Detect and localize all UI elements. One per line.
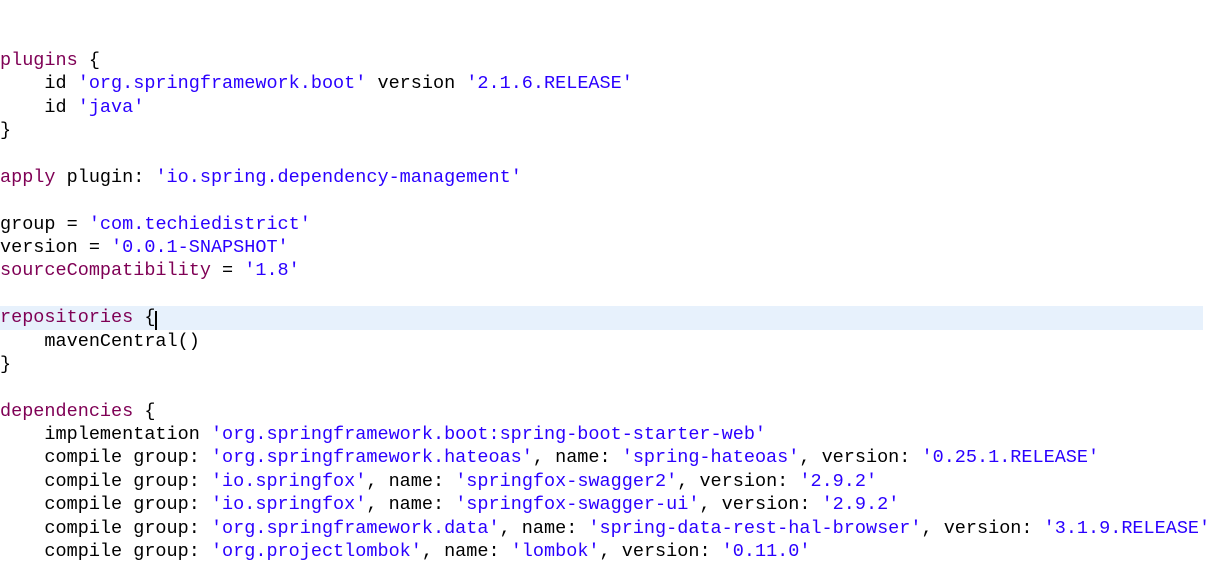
text-caret xyxy=(155,311,158,331)
code-line[interactable]: mavenCentral() xyxy=(0,330,1217,353)
string-token: 'lombok' xyxy=(510,541,600,563)
plain-token: } xyxy=(0,353,12,375)
string-token: 'io.springfox' xyxy=(210,470,367,492)
code-line[interactable] xyxy=(0,189,1217,212)
code-line[interactable] xyxy=(0,376,1217,399)
plain-token: compile group: xyxy=(0,517,211,539)
string-token: 'org.springframework.hateoas' xyxy=(210,447,533,469)
plain-token: , version: xyxy=(921,517,1044,539)
string-token: 'spring-hateoas' xyxy=(621,447,800,469)
string-token: 'org.springframework.boot' xyxy=(77,73,367,95)
plain-token: { xyxy=(133,400,156,422)
string-token: 'org.springframework.boot:spring-boot-st… xyxy=(210,424,767,446)
string-token: '0.0.1-SNAPSHOT' xyxy=(111,236,289,258)
keyword-token: dependencies xyxy=(0,400,134,422)
plain-token: , name: xyxy=(499,517,589,539)
code-line[interactable]: } xyxy=(0,353,1217,376)
string-token: 'springfox-swagger2' xyxy=(455,470,678,492)
string-token: 'org.projectlombok' xyxy=(210,541,422,563)
keyword-token: repositories xyxy=(0,307,134,329)
code-area: plugins { id 'org.springframework.boot' … xyxy=(0,49,1217,564)
plain-token: compile group: xyxy=(0,470,211,492)
code-line[interactable]: compile group: 'io.springfox', name: 'sp… xyxy=(0,493,1217,516)
string-token: '2.9.2' xyxy=(821,494,900,516)
plain-token: } xyxy=(0,119,12,141)
plain-token: compile group: xyxy=(0,447,211,469)
string-token: '2.1.6.RELEASE' xyxy=(466,73,633,95)
code-line[interactable]: dependencies { xyxy=(0,400,1217,423)
string-token: 'org.springframework.data' xyxy=(210,517,500,539)
string-token: '0.11.0' xyxy=(721,541,811,563)
string-token: '1.8' xyxy=(244,260,300,282)
code-line[interactable] xyxy=(0,142,1217,165)
string-token: 'io.springfox' xyxy=(210,494,367,516)
code-line-current[interactable]: repositories { xyxy=(0,306,1217,331)
string-token: 'io.spring.dependency-management' xyxy=(155,166,522,188)
code-line[interactable]: id 'java' xyxy=(0,96,1217,119)
code-line[interactable]: plugins { xyxy=(0,49,1217,72)
plain-token: , name: xyxy=(532,447,622,469)
string-token: '3.1.9.RELEASE' xyxy=(1043,517,1211,539)
string-token: 'com.techiedistrict' xyxy=(88,213,311,235)
plain-token: , version: xyxy=(599,541,722,563)
keyword-token: apply xyxy=(0,166,56,188)
plain-token: version = xyxy=(0,236,112,258)
string-token: 'spring-data-rest-hal-browser' xyxy=(588,517,922,539)
plain-token: , name: xyxy=(366,494,456,516)
code-line[interactable]: compile group: 'org.springframework.hate… xyxy=(0,446,1217,469)
keyword-token: sourceCompatibility xyxy=(0,260,211,282)
plain-token: = xyxy=(210,260,245,282)
code-line[interactable]: compile group: 'io.springfox', name: 'sp… xyxy=(0,470,1217,493)
plain-token: mavenCentral() xyxy=(0,330,200,352)
code-editor[interactable]: plugins { id 'org.springframework.boot' … xyxy=(0,0,1217,564)
code-line[interactable]: compile group: 'org.projectlombok', name… xyxy=(0,540,1217,563)
plain-token: , name: xyxy=(366,470,456,492)
code-line[interactable]: id 'org.springframework.boot' version '2… xyxy=(0,72,1217,95)
code-line[interactable]: group = 'com.techiedistrict' xyxy=(0,213,1217,236)
keyword-token: plugins xyxy=(0,49,78,71)
code-line[interactable]: sourceCompatibility = '1.8' xyxy=(0,259,1217,282)
string-token: '2.9.2' xyxy=(799,470,878,492)
string-token: 'java' xyxy=(77,96,145,118)
code-line[interactable]: apply plugin: 'io.spring.dependency-mana… xyxy=(0,166,1217,189)
code-line[interactable]: implementation 'org.springframework.boot… xyxy=(0,423,1217,446)
plain-token: id xyxy=(0,73,78,95)
plain-token: compile group: xyxy=(0,494,211,516)
code-line[interactable] xyxy=(0,283,1217,306)
code-line[interactable]: version = '0.0.1-SNAPSHOT' xyxy=(0,236,1217,259)
plain-token: version xyxy=(366,73,467,95)
plain-token: , name: xyxy=(421,541,511,563)
plain-token: , version: xyxy=(699,494,822,516)
code-line[interactable]: compile group: 'org.springframework.data… xyxy=(0,517,1217,540)
plain-token: group = xyxy=(0,213,89,235)
plain-token: implementation xyxy=(0,424,211,446)
plain-token: , version: xyxy=(677,470,800,492)
code-line[interactable]: } xyxy=(0,119,1217,142)
plain-token: , version: xyxy=(799,447,922,469)
plain-token: id xyxy=(0,96,78,118)
string-token: '0.25.1.RELEASE' xyxy=(921,447,1100,469)
plain-token: { xyxy=(77,49,100,71)
plain-token: compile group: xyxy=(0,541,211,563)
plain-token: { xyxy=(133,307,156,329)
string-token: 'springfox-swagger-ui' xyxy=(455,494,700,516)
plain-token: plugin: xyxy=(55,166,156,188)
